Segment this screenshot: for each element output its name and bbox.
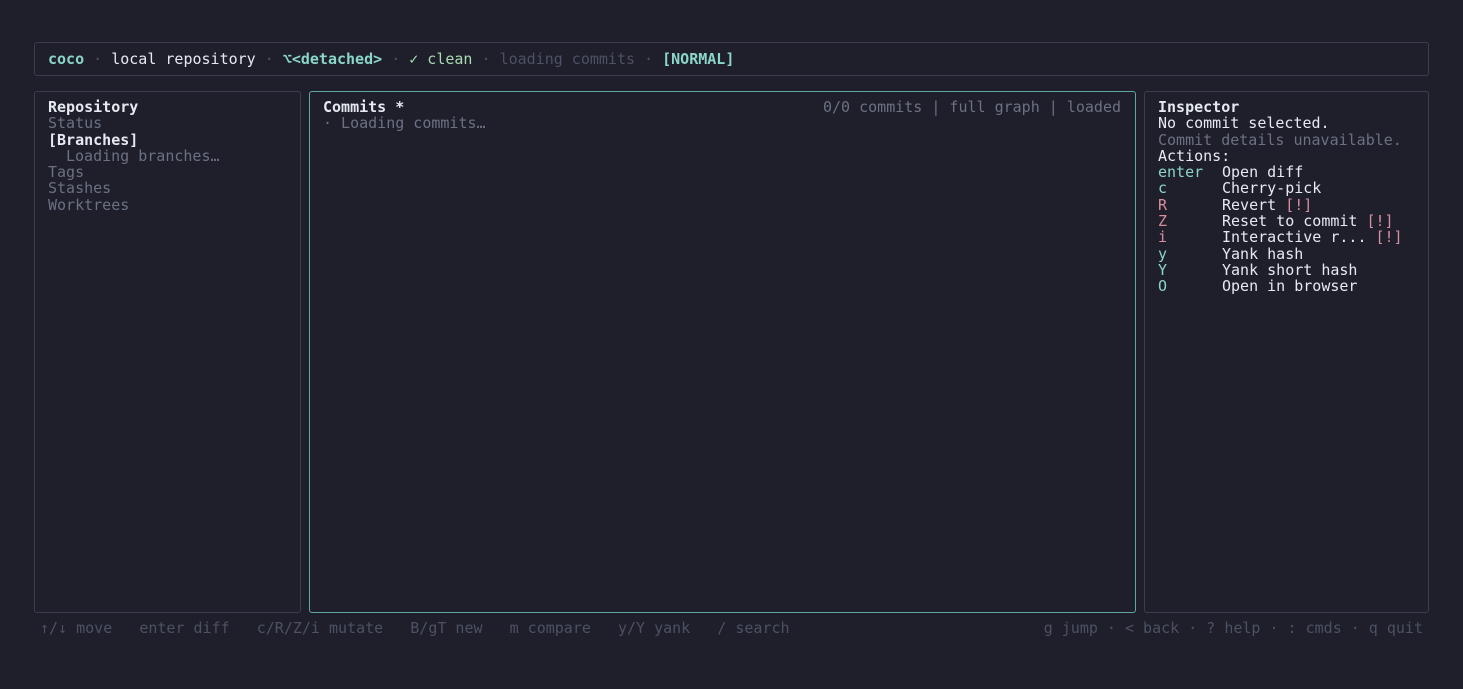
action-key: O: [1158, 277, 1168, 296]
branch-indicator: ⌥<detached>: [282, 50, 383, 68]
action-key: Z: [1158, 212, 1168, 231]
panel-title: Repository: [48, 98, 139, 116]
mode-indicator: [NORMAL]: [662, 50, 735, 68]
action-label: Yank hash: [1222, 244, 1304, 263]
separator: ·: [481, 50, 491, 68]
status-bar: coco · local repository · ⌥<detached> · …: [34, 42, 1429, 76]
app-name: coco: [48, 50, 85, 68]
sidebar-item-worktrees[interactable]: Worktrees: [48, 196, 288, 213]
action-interactive-rebase[interactable]: i Interactive r... [!]: [1158, 228, 1416, 247]
sidebar-item-stashes[interactable]: Stashes: [48, 180, 288, 197]
footer-keyhints-left: ↑/↓ move enter diff c/R/Z/i mutate B/gT …: [40, 619, 790, 637]
action-open-diff[interactable]: enter Open diff: [1158, 163, 1416, 182]
action-label: Cherry-pick: [1222, 179, 1322, 198]
sidebar-item-branches[interactable]: [Branches]: [48, 131, 288, 148]
action-key: c: [1158, 179, 1168, 198]
action-open-in-browser[interactable]: O Open in browser: [1158, 277, 1416, 296]
action-key: Y: [1158, 260, 1168, 279]
details-unavailable-text: Commit details unavailable.: [1158, 130, 1402, 149]
separator: ·: [391, 50, 401, 68]
action-key: R: [1158, 195, 1168, 214]
action-key: y: [1158, 244, 1168, 263]
action-yank-short-hash[interactable]: Y Yank short hash: [1158, 260, 1416, 279]
sidebar-item-tags[interactable]: Tags: [48, 164, 288, 181]
commits-stats: 0/0 commits | full graph | loaded: [822, 98, 1121, 116]
action-cherry-pick[interactable]: c Cherry-pick: [1158, 179, 1416, 198]
action-key: enter: [1158, 163, 1204, 182]
action-reset-to-commit[interactable]: Z Reset to commit [!]: [1158, 212, 1416, 231]
warning-badge: [!]: [1285, 195, 1313, 214]
clean-status: ✓ clean: [409, 50, 473, 68]
action-revert[interactable]: R Revert [!]: [1158, 195, 1416, 214]
separator: ·: [93, 50, 103, 68]
repository-panel[interactable]: Repository Status [Branches] Loading bra…: [34, 91, 301, 613]
panel-title: Inspector: [1158, 98, 1240, 116]
actions-label: Actions:: [1158, 146, 1231, 165]
warning-badge: [!]: [1366, 212, 1394, 231]
separator: ·: [264, 50, 274, 68]
branches-loading: Loading branches…: [66, 146, 220, 165]
warning-badge: [!]: [1375, 228, 1403, 247]
action-label: Reset to commit: [1222, 212, 1358, 231]
action-yank-hash[interactable]: y Yank hash: [1158, 244, 1416, 263]
commits-panel[interactable]: Commits * · Loading commits… 0/0 commits…: [309, 91, 1136, 613]
action-label: Revert: [1222, 195, 1277, 214]
action-label: Open diff: [1222, 163, 1304, 182]
action-label: Yank short hash: [1222, 260, 1358, 279]
footer-keyhints-right: g jump · < back · ? help · : cmds · q qu…: [1043, 619, 1423, 637]
action-label: Interactive r...: [1222, 228, 1367, 247]
action-label: Open in browser: [1222, 277, 1358, 296]
inspector-panel[interactable]: Inspector No commit selected. Commit det…: [1144, 91, 1429, 613]
sidebar-item-status[interactable]: Status: [48, 115, 288, 132]
loading-status: loading commits: [499, 50, 636, 68]
commits-loading: · Loading commits…: [323, 114, 486, 133]
separator: ·: [644, 50, 654, 68]
action-key: i: [1158, 228, 1168, 247]
repo-name: local repository: [111, 50, 256, 68]
no-selection-text: No commit selected.: [1158, 114, 1330, 133]
